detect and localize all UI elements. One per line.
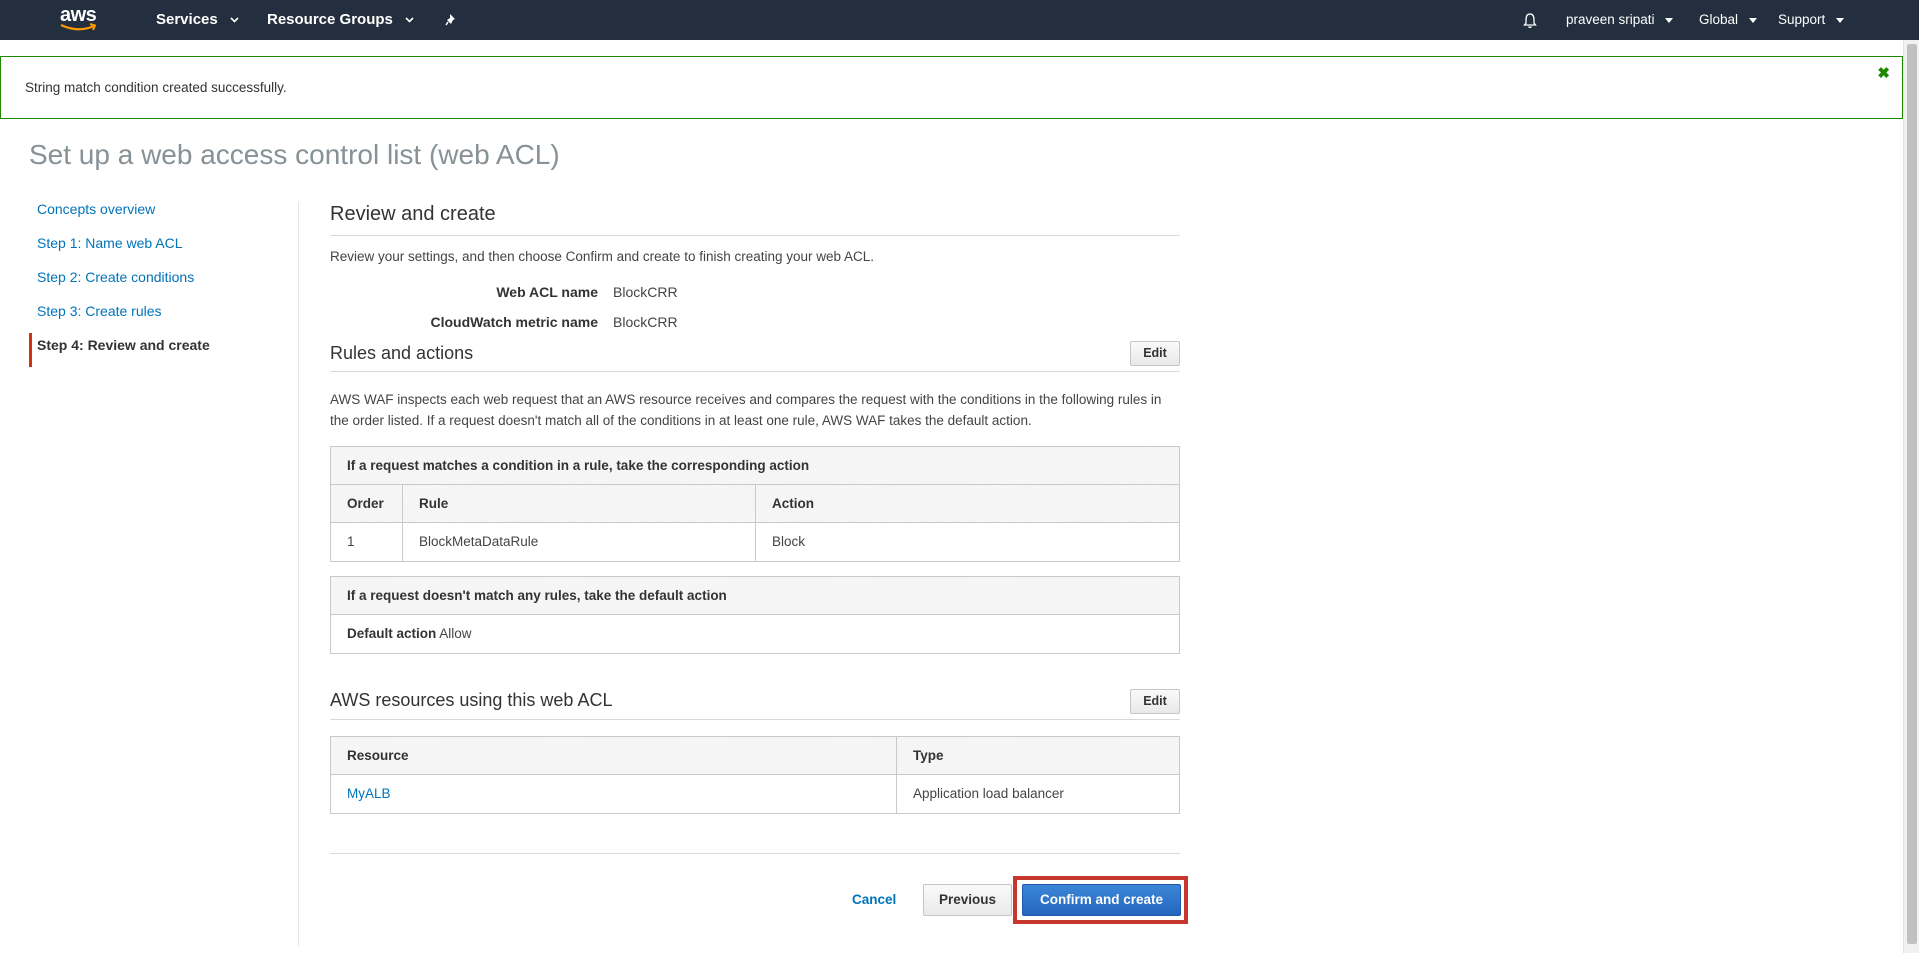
column-header-order: Order [331,485,403,522]
services-label: Services [156,11,218,28]
caret-down-icon [1836,17,1845,23]
rules-table: If a request matches a condition in a ru… [330,446,1180,562]
caret-down-icon [1748,17,1757,23]
resource-type: Application load balancer [913,786,1064,801]
aws-smile-icon [60,23,97,31]
rules-heading: Rules and actions [330,343,474,363]
confirm-and-create-button[interactable]: Confirm and create [1022,884,1181,916]
resources-divider [330,719,1180,720]
column-header-type: Type [913,748,944,763]
default-action-caption: If a request doesn't match any rules, ta… [331,577,1179,615]
default-action-cell: Default action Allow [331,615,1179,653]
pin-glyph [445,14,455,26]
default-action-row: Default action Allow [331,615,1179,653]
step-concepts-overview[interactable]: Concepts overview [29,197,284,231]
services-menu[interactable]: Services [156,0,239,40]
review-heading: Review and create [330,203,496,225]
review-intro: Review your settings, and then choose Co… [330,249,875,264]
resources-table: Resource Type MyALB Application load bal… [330,736,1180,814]
table-row: 1 BlockMetaDataRule Block [331,523,1179,561]
rule-name: BlockMetaDataRule [403,523,756,561]
rules-table-caption: If a request matches a condition in a ru… [331,447,1179,485]
chevron-down-icon [405,17,414,23]
column-header-rule: Rule [403,485,756,522]
support-menu[interactable]: Support [1778,0,1845,40]
default-action-value: Allow [439,626,472,641]
support-label: Support [1778,12,1826,27]
user-menu[interactable]: praveen sripati [1566,0,1674,40]
resources-edit-button[interactable]: Edit [1130,689,1180,714]
web-acl-name-label: Web ACL name [496,284,598,300]
step-1-name-web-acl[interactable]: Step 1: Name web ACL [29,231,284,265]
aws-logo[interactable]: aws [58,4,104,34]
resources-heading: AWS resources using this web ACL [330,690,613,710]
previous-button[interactable]: Previous [923,884,1012,916]
rule-order: 1 [331,523,403,561]
resource-groups-label: Resource Groups [267,11,393,28]
default-action-label: Default action [347,626,437,641]
rules-edit-button[interactable]: Edit [1130,341,1180,366]
page-title: Set up a web access control list (web AC… [29,139,560,170]
scrollbar-thumb[interactable] [1907,44,1917,944]
bell-glyph [1523,13,1537,29]
step-3-create-rules[interactable]: Step 3: Create rules [29,299,284,333]
rules-description: AWS WAF inspects each web request that a… [330,392,1162,428]
cancel-button[interactable]: Cancel [852,892,896,907]
metric-name-label: CloudWatch metric name [430,314,598,330]
rule-action: Block [772,534,806,549]
caret-down-icon [1665,17,1674,23]
success-message: String match condition created successfu… [25,80,287,95]
rules-table-header: Order Rule Action [331,485,1179,523]
table-row: MyALB Application load balancer [331,775,1179,813]
web-acl-name-value: BlockCRR [613,284,678,300]
resource-cell: MyALB [331,775,897,813]
metric-name-value: BlockCRR [613,314,678,330]
column-header-resource: Resource [331,737,897,774]
page-scrollbar[interactable] [1903,40,1919,953]
step-2-create-conditions[interactable]: Step 2: Create conditions [29,265,284,299]
close-icon[interactable]: ✖ [1877,64,1890,82]
user-name: praveen sripati [1566,12,1655,27]
resources-table-header: Resource Type [331,737,1179,775]
default-action-table: If a request doesn't match any rules, ta… [330,576,1180,654]
resource-link[interactable]: MyALB [347,786,391,801]
top-nav: aws Services Resource Groups praveen sri… [0,0,1919,40]
review-divider [330,235,1180,236]
chevron-down-icon [230,17,239,23]
region-label: Global [1699,12,1739,27]
region-menu[interactable]: Global [1699,0,1757,40]
pin-icon[interactable] [445,13,458,27]
resource-groups-menu[interactable]: Resource Groups [267,0,414,40]
wizard-steps: Concepts overview Step 1: Name web ACL S… [29,197,284,367]
step-4-review-and-create: Step 4: Review and create [29,333,284,367]
footer-divider [330,853,1180,854]
bell-icon[interactable] [1522,12,1538,29]
rules-divider [330,371,1180,372]
success-banner: String match condition created successfu… [0,56,1903,119]
column-header-action: Action [772,496,814,511]
